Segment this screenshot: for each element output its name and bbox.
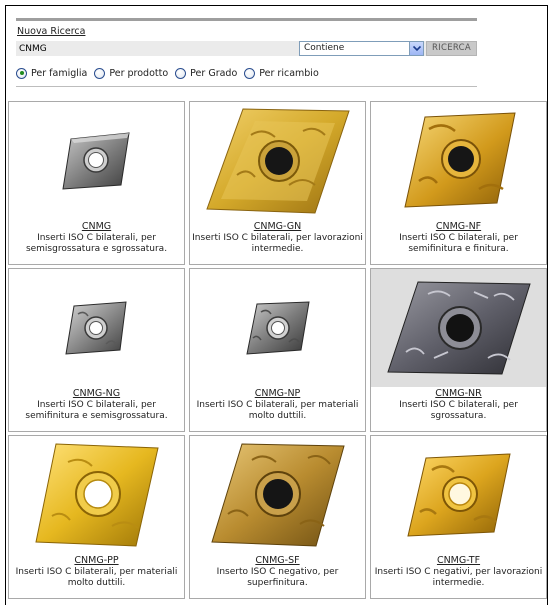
- insert-gold-large-icon: [210, 443, 345, 547]
- product-image[interactable]: [9, 269, 184, 387]
- divider: [16, 86, 477, 87]
- match-type-value: Contiene: [304, 43, 345, 53]
- search-bar: Contiene RICERCA: [16, 41, 477, 56]
- product-name-link[interactable]: CNMG-TF: [371, 555, 546, 566]
- insert-grey-small-icon: [61, 132, 130, 190]
- product-name-link[interactable]: CNMG-PP: [9, 555, 184, 566]
- product-image[interactable]: [371, 269, 546, 387]
- product-image[interactable]: [371, 436, 546, 554]
- product-description: Inserti ISO C bilaterali, per materiali …: [15, 567, 178, 588]
- product-image[interactable]: [9, 102, 184, 220]
- search-input[interactable]: [16, 41, 298, 56]
- product-name-link[interactable]: CNMG-NF: [371, 221, 546, 232]
- product-description: Inserti ISO C bilaterali, per semisgross…: [25, 233, 168, 254]
- product-card-cnmg-tf[interactable]: CNMG-TF Inserti ISO C negativi, per lavo…: [370, 435, 547, 599]
- product-name-link[interactable]: CNMG-SF: [190, 555, 365, 566]
- product-card-cnmg-sf[interactable]: CNMG-SF Inserto ISO C negativo, per supe…: [189, 435, 366, 599]
- radio-unselected-icon[interactable]: [244, 67, 256, 79]
- radio-unselected-icon[interactable]: [94, 67, 106, 79]
- radio-unselected-icon[interactable]: [175, 67, 187, 79]
- match-type-select[interactable]: Contiene: [299, 41, 424, 56]
- product-card-cnmg-ng[interactable]: CNMG-NG Inserti ISO C bilaterali, per se…: [8, 268, 185, 432]
- product-image[interactable]: [9, 436, 184, 554]
- search-button[interactable]: RICERCA: [426, 41, 477, 56]
- radio-label: Per Grado: [190, 67, 238, 79]
- product-name-link[interactable]: CNMG-NP: [190, 388, 365, 399]
- radio-selected-icon[interactable]: [16, 67, 27, 79]
- insert-gold-large-icon: [403, 112, 516, 208]
- product-card-cnmg-gn[interactable]: CNMG-GN Inserti ISO C bilaterali, per la…: [189, 101, 366, 265]
- product-image[interactable]: [190, 269, 365, 387]
- product-grid: CNMG Inserti ISO C bilaterali, per semis…: [8, 101, 547, 599]
- radio-label: Per prodotto: [109, 67, 169, 79]
- product-name-link[interactable]: CNMG-NG: [9, 388, 184, 399]
- product-description: Inserti ISO C bilaterali, per lavorazion…: [192, 233, 363, 254]
- new-search-link[interactable]: Nuova Ricerca: [17, 26, 85, 37]
- product-image[interactable]: [190, 102, 365, 220]
- product-card-cnmg-np[interactable]: CNMG-NP Inserti ISO C bilaterali, per ma…: [189, 268, 366, 432]
- product-name-link[interactable]: CNMG-NR: [371, 388, 546, 399]
- product-description: Inserti ISO C negativi, per lavorazioni …: [374, 567, 543, 588]
- product-image[interactable]: [371, 102, 546, 220]
- radio-per-grado[interactable]: Per Grado: [175, 67, 238, 79]
- product-name-link[interactable]: CNMG-GN: [190, 221, 365, 232]
- radio-label: Per famiglia: [31, 67, 88, 79]
- insert-gold-large-icon: [34, 443, 159, 547]
- radio-per-famiglia[interactable]: Per famiglia: [16, 67, 88, 79]
- insert-grey-small-icon: [64, 301, 127, 355]
- product-card-cnmg-pp[interactable]: CNMG-PP Inserti ISO C bilaterali, per ma…: [8, 435, 185, 599]
- insert-darkgrey-large-icon: [386, 281, 531, 375]
- filter-radio-group: Per famiglia Per prodotto Per Grado Per …: [16, 65, 326, 81]
- insert-grey-small-icon: [245, 301, 310, 355]
- product-name-link[interactable]: CNMG: [9, 221, 184, 232]
- product-description: Inserti ISO C bilaterali, per sgrossatur…: [399, 400, 518, 421]
- product-description: Inserti ISO C bilaterali, per semifinitu…: [399, 233, 518, 254]
- chevron-down-icon[interactable]: [409, 42, 423, 55]
- insert-gold-large-icon: [205, 108, 350, 214]
- header-bar: [16, 18, 477, 21]
- radio-per-prodotto[interactable]: Per prodotto: [94, 67, 169, 79]
- product-image[interactable]: [190, 436, 365, 554]
- product-card-cnmg-nr[interactable]: CNMG-NR Inserti ISO C bilaterali, per sg…: [370, 268, 547, 432]
- radio-per-ricambio[interactable]: Per ricambio: [244, 67, 319, 79]
- product-description: Inserto ISO C negativo, per superfinitur…: [216, 567, 339, 588]
- product-description: Inserti ISO C bilaterali, per semifinitu…: [25, 400, 168, 421]
- product-card-cnmg[interactable]: CNMG Inserti ISO C bilaterali, per semis…: [8, 101, 185, 265]
- product-description: Inserti ISO C bilaterali, per materiali …: [196, 400, 359, 421]
- product-card-cnmg-nf[interactable]: CNMG-NF Inserti ISO C bilaterali, per se…: [370, 101, 547, 265]
- insert-gold-small-icon: [406, 453, 511, 537]
- radio-label: Per ricambio: [259, 67, 319, 79]
